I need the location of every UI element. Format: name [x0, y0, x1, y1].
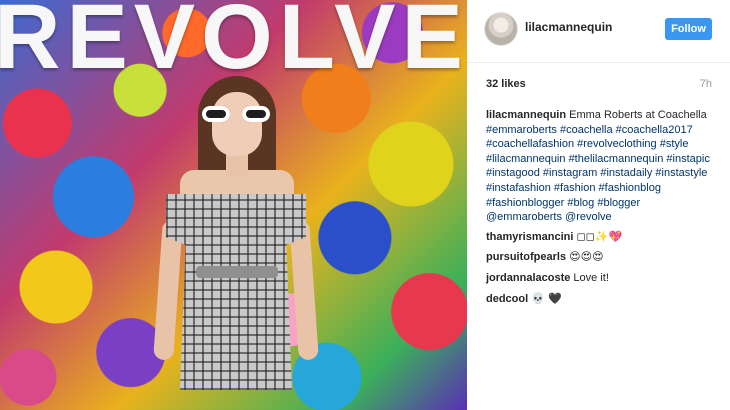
- photo-subject: [140, 70, 330, 410]
- plaid-dress: [166, 194, 306, 390]
- hashtag-link[interactable]: #fashionblogger: [486, 197, 564, 209]
- hashtag-link[interactable]: @emmaroberts: [486, 211, 562, 223]
- caption-text: Emma Roberts at Coachella: [569, 109, 707, 121]
- post-header: lilacmannequin Follow: [467, 0, 730, 63]
- comment-row: thamyrismancini ◻◻✨💖: [486, 230, 714, 245]
- hashtag-link[interactable]: #instadaily: [600, 167, 652, 179]
- hashtag-link[interactable]: #fashionblog: [599, 182, 661, 194]
- comments-list: lilacmannequin Emma Roberts at Coachella…: [486, 108, 714, 312]
- hashtag-link[interactable]: #coachellafashion: [486, 138, 574, 150]
- hashtag-link[interactable]: #blog: [567, 197, 594, 209]
- comment-row: jordannalacoste Love it!: [486, 271, 714, 286]
- hashtag-link[interactable]: #coachella: [560, 124, 613, 136]
- hashtag-link[interactable]: #instagood: [486, 167, 540, 179]
- comment-row: pursuitofpearls 😍😍😍: [486, 250, 714, 265]
- hashtag-link[interactable]: #instapic: [666, 153, 709, 165]
- hashtag-link[interactable]: #revolveclothing: [577, 138, 657, 150]
- hashtag-link[interactable]: #instagram: [543, 167, 597, 179]
- post-photo: REVOLVE: [0, 0, 467, 410]
- comment-text: 💀 🖤: [531, 292, 562, 305]
- hashtag-link[interactable]: #coachella2017: [616, 124, 693, 136]
- post-timestamp[interactable]: 7h: [700, 78, 712, 90]
- comment-username[interactable]: jordannalacoste: [486, 272, 570, 284]
- comment-row: dedcool 💀 🖤: [486, 292, 714, 307]
- hashtag-link[interactable]: @revolve: [565, 211, 612, 223]
- comment-text: ◻◻✨💖: [576, 230, 623, 243]
- hashtag-link[interactable]: #lilacmannequin: [486, 153, 566, 165]
- hashtag-link[interactable]: #instafashion: [486, 182, 551, 194]
- hashtag-link[interactable]: #style: [660, 138, 689, 150]
- avatar[interactable]: [484, 12, 518, 46]
- caption-hashtags: #emmaroberts #coachella #coachella2017 #…: [486, 124, 710, 224]
- hashtag-link[interactable]: #emmaroberts: [486, 124, 557, 136]
- follow-button[interactable]: Follow: [665, 18, 712, 40]
- hashtag-link[interactable]: #fashion: [554, 182, 596, 194]
- comment-username[interactable]: pursuitofpearls: [486, 251, 566, 263]
- comment-username[interactable]: dedcool: [486, 293, 528, 305]
- comment-text: Love it!: [573, 271, 609, 284]
- comment-username[interactable]: thamyrismancini: [486, 231, 573, 243]
- post-caption: lilacmannequin Emma Roberts at Coachella…: [486, 108, 714, 225]
- hashtag-link[interactable]: #blogger: [597, 197, 640, 209]
- post-side-panel: lilacmannequin Follow 32 likes 7h lilacm…: [467, 0, 730, 410]
- hashtag-link[interactable]: #thelilacmannequin: [569, 153, 664, 165]
- sunglasses: [202, 106, 270, 122]
- hashtag-link[interactable]: #instastyle: [655, 167, 707, 179]
- comment-text: 😍😍😍: [569, 251, 604, 264]
- post-username[interactable]: lilacmannequin: [525, 20, 612, 34]
- likes-count[interactable]: 32 likes: [486, 78, 526, 90]
- caption-username[interactable]: lilacmannequin: [486, 109, 566, 121]
